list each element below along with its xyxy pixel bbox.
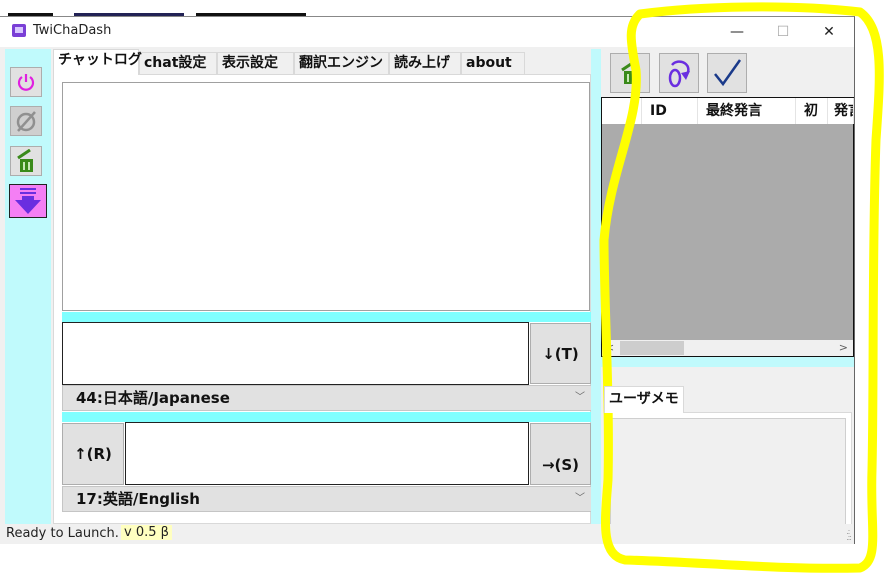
send-input[interactable] — [125, 422, 529, 485]
tab-text-to-speech[interactable]: 読み上げ — [389, 52, 461, 74]
arrow-down-icon — [15, 188, 41, 214]
maximize-button[interactable]: ☐ — [760, 17, 806, 47]
target-language-select[interactable]: 17:英語/English ﹀ — [62, 486, 592, 512]
tab-user-memo[interactable]: ユーザメモ — [604, 386, 684, 413]
close-button[interactable]: ✕ — [806, 17, 852, 47]
scrollbar-thumb[interactable] — [620, 341, 684, 355]
minimize-button[interactable]: — — [714, 17, 760, 47]
reverse-translate-button[interactable]: ↑(R) — [62, 423, 124, 485]
trash-icon — [621, 60, 637, 84]
translate-button[interactable]: ↓(T) — [530, 323, 591, 384]
translate-input[interactable] — [62, 322, 529, 385]
title-bar[interactable]: TwiChaDash — ☐ ✕ — [0, 17, 854, 47]
chevron-down-icon: ﹀ — [575, 392, 585, 403]
trash-icon — [17, 149, 33, 172]
left-toolbar — [5, 49, 51, 524]
scroll-to-bottom-button[interactable] — [9, 184, 47, 218]
chat-log-textarea[interactable] — [62, 82, 590, 311]
user-memo-textarea[interactable] — [610, 418, 846, 532]
version-label: v 0.5 β — [121, 525, 172, 540]
column-header-first[interactable]: 初 — [796, 98, 828, 124]
memo-divider — [601, 357, 854, 367]
app-window: TwiChaDash — ☐ ✕ チャットログ chat設定 表示設定 翻訳エン… — [0, 16, 855, 544]
grid-horizontal-scrollbar[interactable]: < > — [602, 340, 853, 356]
window-title: TwiChaDash — [33, 23, 112, 38]
divider-band — [62, 312, 592, 322]
scroll-left-icon[interactable]: < — [605, 340, 614, 356]
resize-grip-icon[interactable]: .:.:: — [846, 528, 852, 542]
divider-band — [62, 412, 592, 422]
memo-panel — [604, 412, 852, 536]
tab-chat-log[interactable]: チャットログ — [53, 49, 142, 75]
target-language-value: 17:英語/English — [76, 490, 200, 508]
power-icon — [17, 74, 35, 91]
status-bar: Ready to Launch. v 0.5 β .:.:: — [0, 524, 854, 544]
tab-chat-settings[interactable]: chat設定 — [139, 52, 217, 74]
power-button[interactable] — [10, 67, 42, 97]
confirm-button[interactable] — [707, 53, 747, 93]
tab-about[interactable]: about — [461, 52, 525, 74]
tab-translation-engine[interactable]: 翻訳エンジン — [294, 52, 389, 74]
user-grid[interactable]: ID 最終発言 初 発言 < > — [601, 97, 854, 357]
chevron-down-icon: ﹀ — [575, 493, 585, 504]
clear-log-button[interactable] — [10, 146, 42, 176]
scroll-right-icon[interactable]: > — [839, 340, 848, 356]
refresh-icon — [668, 60, 690, 88]
send-button[interactable]: →(S) — [530, 423, 591, 485]
desktop-background — [0, 0, 888, 16]
column-header-message-count[interactable]: 発言 — [828, 98, 854, 124]
chat-log-panel: ↓(T) 44:日本語/Japanese ﹀ ↑(R) →(S) 17:英語/E… — [53, 74, 592, 524]
source-language-value: 44:日本語/Japanese — [76, 389, 230, 407]
right-divider — [591, 49, 601, 524]
clear-users-button[interactable] — [610, 53, 650, 93]
app-logo-icon — [12, 24, 26, 37]
column-header-last-message[interactable]: 最終発言 — [698, 98, 796, 124]
column-header-select[interactable] — [602, 98, 642, 124]
disconnect-icon — [16, 111, 36, 132]
checkmark-icon — [714, 59, 742, 87]
user-pane: ID 最終発言 初 発言 < > ユーザメモ — [601, 49, 854, 536]
status-text: Ready to Launch. — [6, 526, 119, 541]
disconnect-button[interactable] — [10, 106, 42, 136]
column-header-id[interactable]: ID — [642, 98, 698, 124]
source-language-select[interactable]: 44:日本語/Japanese ﹀ — [62, 385, 592, 411]
tab-display-settings[interactable]: 表示設定 — [217, 52, 294, 74]
reload-button[interactable] — [659, 53, 699, 93]
grid-header: ID 最終発言 初 発言 — [602, 98, 854, 124]
